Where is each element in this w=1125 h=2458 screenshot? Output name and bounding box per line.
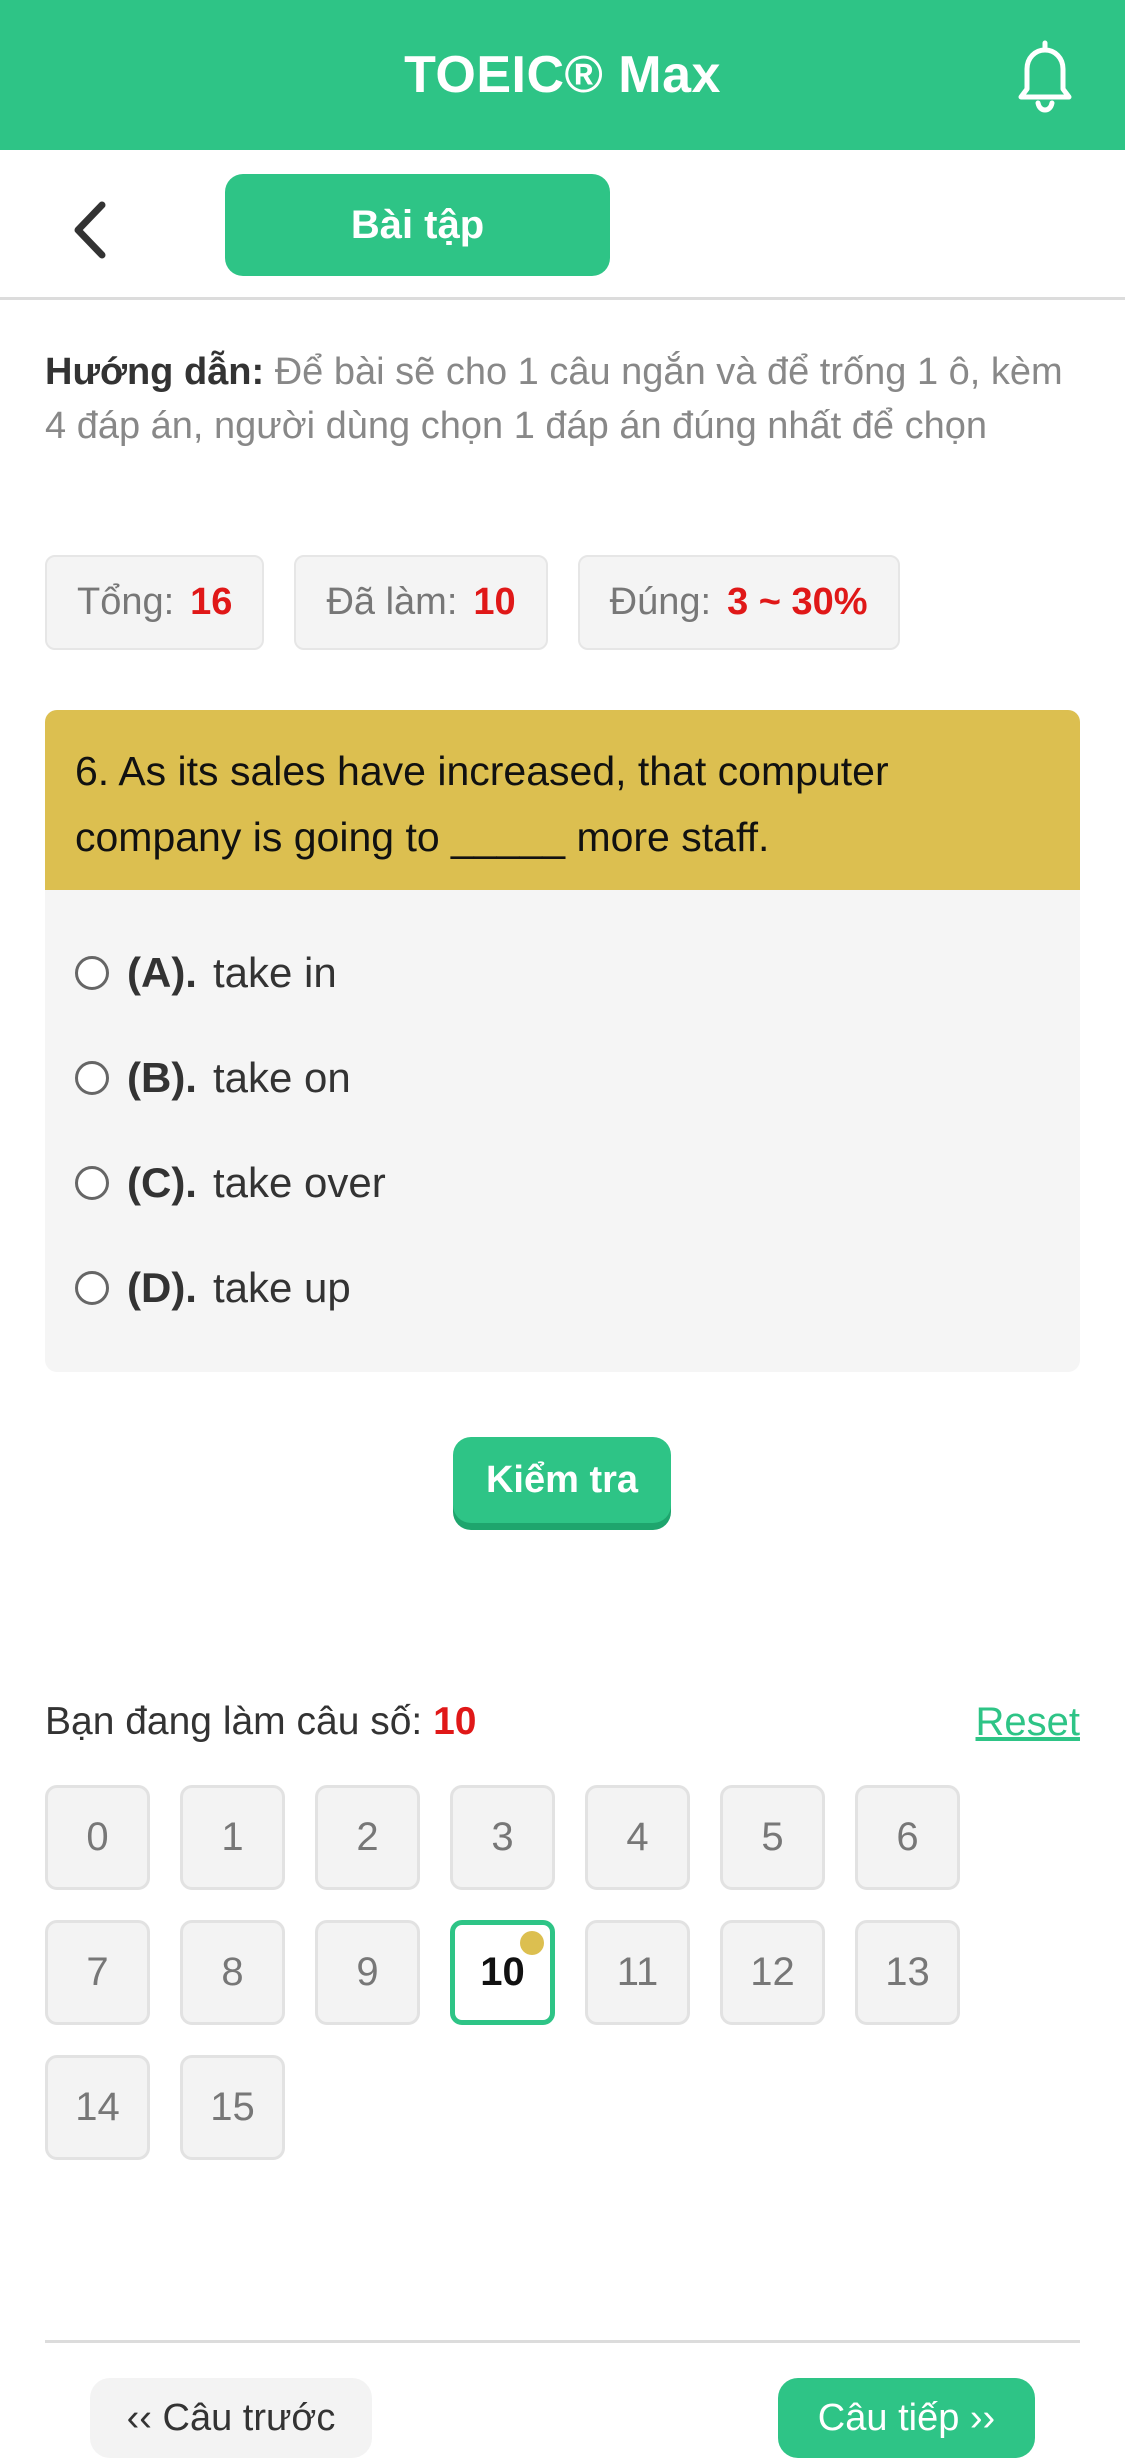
question-number-cell[interactable]: 13	[855, 1920, 960, 2025]
tab-exercise[interactable]: Bài tập	[225, 174, 610, 276]
question-number-cell[interactable]: 7	[45, 1920, 150, 2025]
question-number-cell[interactable]: 10	[450, 1920, 555, 2025]
radio-icon[interactable]	[75, 1271, 109, 1305]
question-number-cell[interactable]: 12	[720, 1920, 825, 2025]
question-number-cell[interactable]: 6	[855, 1785, 960, 1890]
question-number-cell[interactable]: 5	[720, 1785, 825, 1890]
option-text: take on	[212, 1054, 351, 1101]
sub-header: Bài tập	[0, 150, 1125, 300]
current-marker-dot	[520, 1931, 544, 1955]
question-number-cell[interactable]: 9	[315, 1920, 420, 2025]
option-letter: (A).	[127, 949, 197, 996]
stat-total: Tổng: 16	[45, 555, 265, 650]
option-letter: (D).	[127, 1264, 197, 1311]
stat-done: Đã làm: 10	[294, 555, 548, 650]
instructions: Hướng dẫn: Để bài sẽ cho 1 câu ngắn và đ…	[45, 345, 1080, 453]
question-number-cell[interactable]: 14	[45, 2055, 150, 2160]
option-d[interactable]: (D). take up	[75, 1253, 351, 1323]
question-number-cell[interactable]: 15	[180, 2055, 285, 2160]
app-title: TOEIC® Max	[404, 46, 721, 104]
question-number-cell[interactable]: 2	[315, 1785, 420, 1890]
check-button[interactable]: Kiểm tra	[453, 1437, 671, 1523]
reset-link[interactable]: Reset	[976, 1700, 1081, 1745]
stat-total-label: Tổng:	[77, 581, 175, 623]
footer-divider	[45, 2340, 1080, 2343]
option-b[interactable]: (B). take on	[75, 1043, 351, 1113]
question-number-grid: 0 1 2 3 4 5 6 7 8 9 10 11 12 13 14 15	[45, 1785, 1025, 2160]
question-number-cell[interactable]: 4	[585, 1785, 690, 1890]
stat-done-value: 10	[473, 581, 516, 623]
question-number-cell[interactable]: 0	[45, 1785, 150, 1890]
question-card: 6. As its sales have increased, that com…	[45, 710, 1080, 1372]
stat-correct-value: 3 ~ 30%	[727, 581, 868, 623]
option-c[interactable]: (C). take over	[75, 1148, 386, 1218]
question-number-cell[interactable]: 3	[450, 1785, 555, 1890]
instructions-label: Hướng dẫn:	[45, 351, 265, 393]
option-letter: (C).	[127, 1159, 197, 1206]
bell-icon[interactable]	[1005, 35, 1085, 115]
option-text: take up	[212, 1264, 351, 1311]
radio-icon[interactable]	[75, 1061, 109, 1095]
next-question-button[interactable]: Câu tiếp ››	[778, 2378, 1035, 2458]
stat-correct: Đúng: 3 ~ 30%	[577, 555, 900, 650]
option-text: take over	[212, 1159, 386, 1206]
stat-total-value: 16	[190, 581, 233, 623]
stat-correct-label: Đúng:	[609, 581, 712, 623]
question-text: 6. As its sales have increased, that com…	[45, 710, 1080, 890]
progress-label-text: Bạn đang làm câu số:	[45, 1700, 434, 1743]
stats-row: Tổng: 16 Đã làm: 10 Đúng: 3 ~ 30%	[45, 555, 900, 650]
question-number-cell[interactable]: 1	[180, 1785, 285, 1890]
question-number-cell[interactable]: 8	[180, 1920, 285, 2025]
progress-current: 10	[433, 1700, 477, 1743]
radio-icon[interactable]	[75, 956, 109, 990]
question-number-cell[interactable]: 11	[585, 1920, 690, 2025]
stat-done-label: Đã làm:	[326, 581, 458, 623]
chevron-left-icon[interactable]	[50, 190, 130, 270]
radio-icon[interactable]	[75, 1166, 109, 1200]
option-text: take in	[212, 949, 337, 996]
prev-question-button[interactable]: ‹‹ Câu trước	[90, 2378, 372, 2458]
progress-label: Bạn đang làm câu số: 10	[45, 1700, 476, 1744]
app-header: TOEIC® Max	[0, 0, 1125, 150]
option-letter: (B).	[127, 1054, 197, 1101]
option-a[interactable]: (A). take in	[75, 938, 337, 1008]
